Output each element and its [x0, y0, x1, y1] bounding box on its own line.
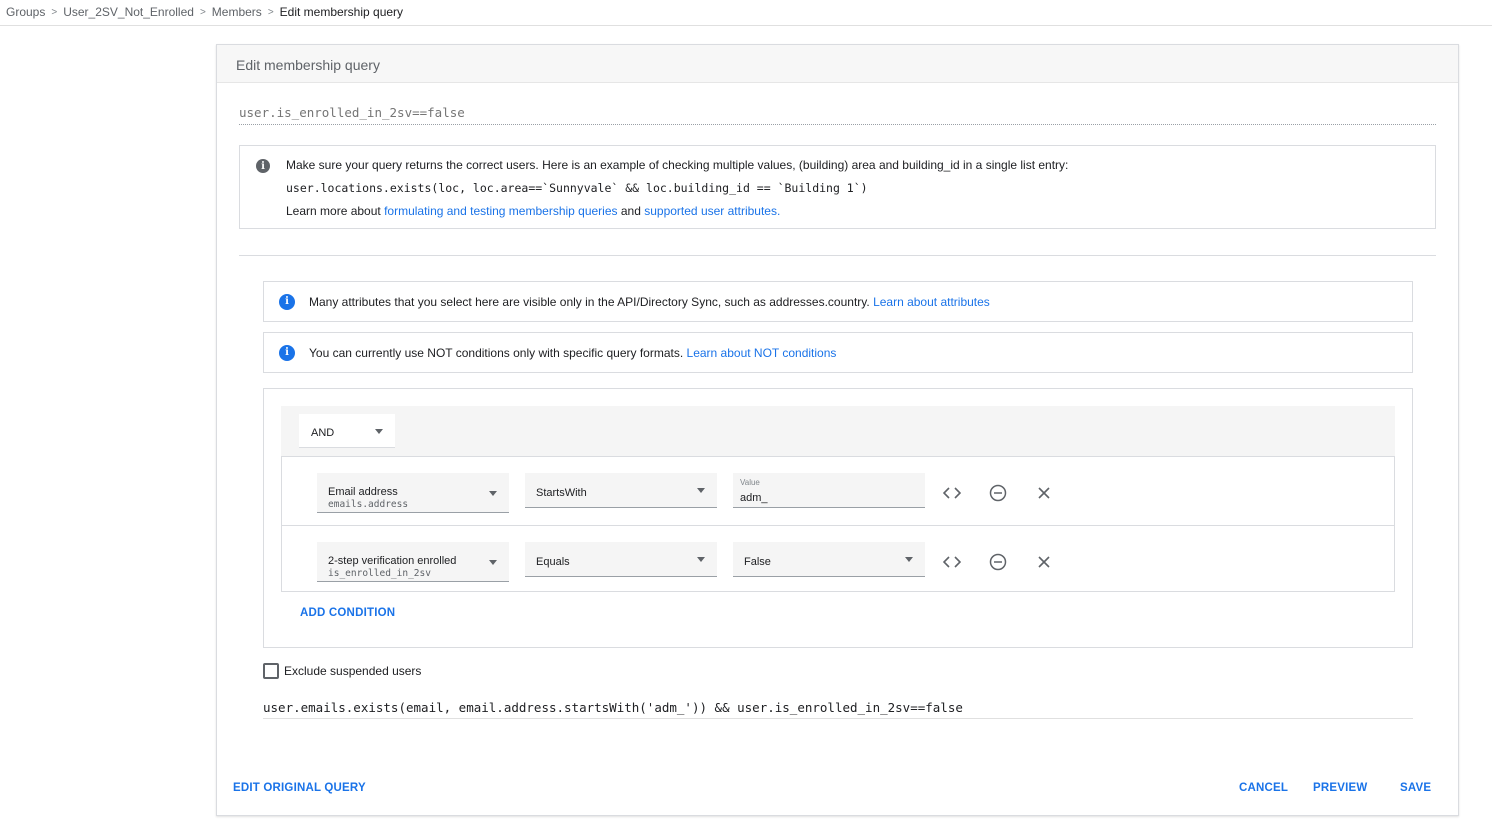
- dropdown-arrow-icon: [489, 490, 497, 496]
- help-text: Make sure your query returns the correct…: [286, 158, 1069, 172]
- value-label: Value: [740, 478, 760, 487]
- code-icon[interactable]: [941, 551, 963, 573]
- save-button[interactable]: SAVE: [1400, 782, 1431, 794]
- breadcrumb: Groups > User_2SV_Not_Enrolled > Members…: [6, 4, 403, 20]
- attribute-label: Email address: [328, 486, 398, 498]
- builder-header: AND: [281, 406, 1395, 456]
- cancel-button[interactable]: CANCEL: [1239, 782, 1288, 794]
- attribute-select[interactable]: Email address emails.address: [317, 473, 509, 513]
- learn-about-not-conditions-link[interactable]: Learn about NOT conditions: [687, 346, 837, 360]
- formulating-queries-link[interactable]: formulating and testing membership queri…: [384, 204, 617, 218]
- dropdown-arrow-icon: [489, 559, 497, 565]
- dropdown-arrow-icon: [697, 557, 705, 562]
- chevron-right-icon: >: [267, 6, 274, 18]
- operator-value: Equals: [536, 556, 570, 568]
- help-example-code: user.locations.exists(loc, loc.area==`Su…: [286, 181, 868, 195]
- supported-attributes-link[interactable]: supported user attributes.: [644, 204, 780, 218]
- add-condition-button[interactable]: ADD CONDITION: [300, 607, 395, 619]
- condition-builder: AND Email address emails.address StartsW…: [263, 388, 1413, 648]
- close-icon[interactable]: [1033, 482, 1055, 504]
- preview-button[interactable]: PREVIEW: [1313, 782, 1367, 794]
- logical-operator-select[interactable]: AND: [299, 414, 395, 448]
- attributes-info-bar: i Many attributes that you select here a…: [263, 281, 1413, 322]
- code-icon[interactable]: [941, 482, 963, 504]
- logical-operator-value: AND: [311, 427, 335, 439]
- help-learn-more: Learn more about formulating and testing…: [286, 204, 780, 218]
- dropdown-arrow-icon: [375, 429, 383, 434]
- info-icon: i: [279, 293, 295, 310]
- learn-more-prefix: Learn more about: [286, 204, 385, 218]
- value-text: False: [744, 556, 771, 568]
- generated-query: user.emails.exists(email, email.address.…: [263, 700, 1413, 719]
- learn-about-attributes-link[interactable]: Learn about attributes: [873, 295, 990, 309]
- section-divider: [239, 255, 1436, 256]
- condition-row: Email address emails.address StartsWith …: [282, 457, 1394, 525]
- attribute-key: is_enrolled_in_2sv: [328, 568, 431, 579]
- edit-query-card: Edit membership query i Make sure your q…: [216, 44, 1459, 816]
- breadcrumb-groups[interactable]: Groups: [6, 5, 45, 19]
- not-conditions-info-bar: i You can currently use NOT conditions o…: [263, 332, 1413, 373]
- edit-original-query-button[interactable]: EDIT ORIGINAL QUERY: [233, 782, 366, 794]
- dropdown-arrow-icon: [905, 557, 913, 562]
- breadcrumb-group-name[interactable]: User_2SV_Not_Enrolled: [63, 5, 194, 19]
- query-help-box: i Make sure your query returns the corre…: [239, 145, 1436, 229]
- card-header: Edit membership query: [217, 45, 1458, 83]
- breadcrumb-current: Edit membership query: [279, 5, 404, 19]
- exclude-suspended-row: Exclude suspended users: [263, 663, 421, 679]
- not-conditions-info-text: You can currently use NOT conditions onl…: [309, 345, 684, 360]
- info-icon: i: [256, 159, 270, 173]
- chevron-right-icon: >: [51, 6, 58, 18]
- attribute-select[interactable]: 2-step verification enrolled is_enrolled…: [317, 542, 509, 582]
- learn-more-and: and: [617, 204, 645, 218]
- attribute-key: emails.address: [328, 499, 409, 510]
- attributes-info-text: Many attributes that you select here are…: [309, 294, 870, 309]
- value-input[interactable]: Value adm_: [733, 473, 925, 508]
- card-title: Edit membership query: [236, 57, 380, 73]
- dropdown-arrow-icon: [697, 488, 705, 493]
- chevron-right-icon: >: [199, 6, 206, 18]
- exclude-suspended-checkbox[interactable]: [263, 663, 279, 679]
- condition-row: 2-step verification enrolled is_enrolled…: [282, 525, 1394, 593]
- value-select[interactable]: False: [733, 542, 925, 577]
- breadcrumb-members[interactable]: Members: [212, 5, 262, 19]
- attribute-label: 2-step verification enrolled: [328, 555, 457, 567]
- operator-select[interactable]: StartsWith: [525, 473, 717, 508]
- operator-value: StartsWith: [536, 487, 587, 499]
- membership-query-input[interactable]: [239, 103, 1436, 125]
- value-text: adm_: [740, 492, 768, 504]
- exclude-suspended-label: Exclude suspended users: [284, 664, 422, 678]
- remove-circle-icon[interactable]: [987, 482, 1009, 504]
- header-divider: [0, 25, 1492, 26]
- info-icon: i: [279, 344, 295, 361]
- operator-select[interactable]: Equals: [525, 542, 717, 577]
- conditions-list: Email address emails.address StartsWith …: [281, 456, 1395, 592]
- remove-circle-icon[interactable]: [987, 551, 1009, 573]
- close-icon[interactable]: [1033, 551, 1055, 573]
